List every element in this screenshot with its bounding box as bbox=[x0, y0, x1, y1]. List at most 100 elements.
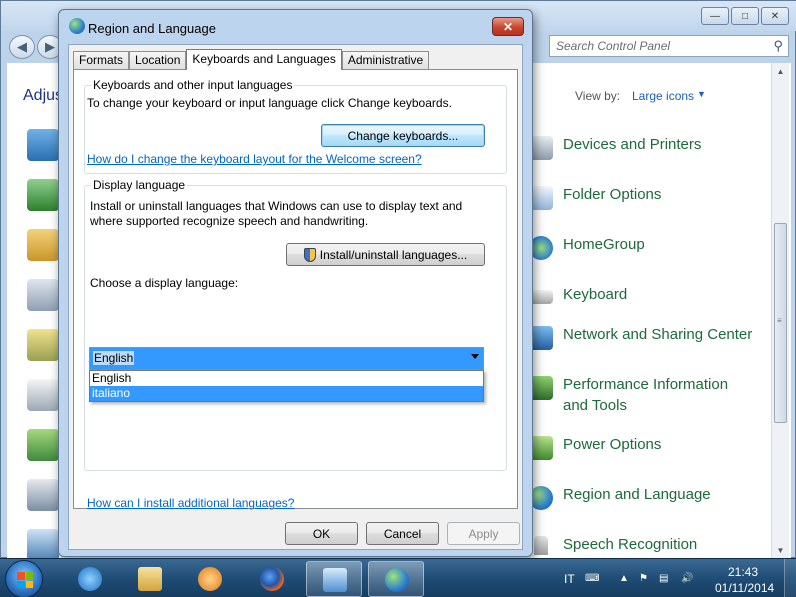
install-uninstall-label: Install/uninstall languages... bbox=[319, 247, 468, 262]
region-language-dialog: Region and Language ✕ Formats Location K… bbox=[58, 9, 533, 557]
install-additional-languages-link[interactable]: How can I install additional languages? bbox=[87, 496, 294, 510]
cp-item-label: HomeGroup bbox=[563, 236, 645, 253]
chevron-down-icon[interactable] bbox=[471, 354, 479, 359]
cp-item-speech-recognition[interactable]: Speech Recognition bbox=[529, 534, 753, 555]
group-label: Display language bbox=[91, 178, 188, 192]
choose-display-language-label: Choose a display language: bbox=[90, 276, 239, 290]
scroll-down-arrow-icon[interactable]: ▼ bbox=[772, 542, 789, 559]
display-language-select[interactable]: English bbox=[89, 347, 484, 370]
globe-icon bbox=[385, 568, 409, 592]
cancel-button[interactable]: Cancel bbox=[366, 522, 439, 545]
dialog-titlebar[interactable]: Region and Language ✕ bbox=[59, 10, 532, 44]
tab-formats[interactable]: Formats bbox=[73, 51, 130, 70]
chevron-down-icon[interactable]: ▼ bbox=[697, 89, 706, 99]
tab-location[interactable]: Location bbox=[129, 51, 187, 70]
location-sensors-icon[interactable] bbox=[27, 329, 59, 361]
network-icon[interactable]: ▤ bbox=[659, 573, 671, 584]
fonts-icon[interactable] bbox=[27, 229, 59, 261]
taskbar-region-language[interactable] bbox=[368, 561, 424, 597]
windows-logo-icon bbox=[17, 572, 33, 588]
cp-item-label: Folder Options bbox=[563, 186, 662, 203]
search-input[interactable]: Search Control Panel ⚲ bbox=[549, 35, 789, 57]
install-uninstall-languages-button[interactable]: Install/uninstall languages... bbox=[286, 243, 485, 266]
folder-icon bbox=[138, 567, 162, 591]
remoteapp-icon[interactable] bbox=[27, 529, 59, 561]
back-button[interactable]: ◀ bbox=[9, 35, 35, 59]
control-panel-icon bbox=[323, 568, 347, 592]
display-language-dropdown: English italiano bbox=[89, 370, 484, 402]
cp-item-region-language[interactable]: Region and Language bbox=[529, 484, 753, 510]
clock-time[interactable]: 21:43 bbox=[728, 565, 758, 579]
tab-keyboards-languages[interactable]: Keyboards and Languages bbox=[186, 49, 342, 70]
option-english[interactable]: English bbox=[90, 371, 483, 386]
show-hidden-icons-icon[interactable]: ▲ bbox=[619, 573, 631, 584]
grip-icon: ≡ bbox=[777, 316, 782, 325]
start-button[interactable] bbox=[5, 560, 43, 597]
cp-item-keyboard[interactable]: Keyboard bbox=[529, 284, 753, 305]
select-value: English bbox=[93, 351, 135, 365]
media-player-icon bbox=[198, 567, 222, 591]
action-center-icon[interactable] bbox=[27, 129, 59, 161]
close-button[interactable]: ✕ bbox=[761, 7, 789, 25]
window-controls: — □ ✕ bbox=[701, 7, 789, 25]
cp-item-folder-options[interactable]: Folder Options bbox=[529, 184, 753, 210]
view-by-label: View by: bbox=[575, 89, 621, 103]
cp-item-network-sharing[interactable]: Network and Sharing Center bbox=[529, 324, 753, 350]
personalization-icon[interactable] bbox=[27, 429, 59, 461]
minimize-button[interactable]: — bbox=[701, 7, 729, 25]
display-description-line1: Install or uninstall languages that Wind… bbox=[90, 199, 463, 213]
taskbar-internet-explorer[interactable] bbox=[62, 561, 118, 597]
internet-explorer-icon bbox=[78, 567, 102, 591]
notification-icons-icon[interactable] bbox=[27, 379, 59, 411]
cp-item-label: Power Options bbox=[563, 436, 662, 453]
search-placeholder: Search Control Panel bbox=[556, 39, 671, 53]
keyboard-layout-help-link[interactable]: How do I change the keyboard layout for … bbox=[87, 152, 422, 166]
display-description-line2: where supported recognize speech and han… bbox=[90, 214, 369, 228]
change-keyboards-button[interactable]: Change keyboards... bbox=[321, 124, 485, 147]
indexing-options-icon[interactable] bbox=[27, 279, 59, 311]
cp-item-devices-printers[interactable]: Devices and Printers bbox=[529, 134, 753, 160]
option-italiano[interactable]: italiano bbox=[90, 386, 483, 401]
taskbar-control-panel[interactable] bbox=[306, 561, 362, 597]
clock-date[interactable]: 01/11/2014 bbox=[715, 581, 774, 595]
maximize-button[interactable]: □ bbox=[731, 7, 759, 25]
taskbar-media-player[interactable] bbox=[182, 561, 238, 597]
close-button[interactable]: ✕ bbox=[492, 17, 524, 36]
uac-shield-icon bbox=[303, 247, 316, 262]
tab-strip: Formats Location Keyboards and Languages… bbox=[73, 49, 430, 70]
tab-administrative[interactable]: Administrative bbox=[341, 51, 430, 70]
scroll-thumb[interactable]: ≡ bbox=[774, 223, 787, 423]
scroll-up-arrow-icon[interactable]: ▲ bbox=[772, 63, 789, 80]
apply-button[interactable]: Apply bbox=[447, 522, 520, 545]
recovery-icon[interactable] bbox=[27, 479, 59, 511]
display-language-group: Display language Install or uninstall la… bbox=[84, 178, 507, 471]
navigation-buttons: ◀ ▶ bbox=[9, 35, 63, 59]
cp-item-label: Speech Recognition bbox=[563, 536, 698, 553]
cp-item-power-options[interactable]: Power Options bbox=[529, 434, 753, 460]
search-icon[interactable]: ⚲ bbox=[773, 38, 783, 54]
ok-button[interactable]: OK bbox=[285, 522, 358, 545]
taskbar-explorer[interactable] bbox=[122, 561, 178, 597]
keyboards-group: Keyboards and other input languages To c… bbox=[84, 78, 507, 174]
vertical-scrollbar[interactable]: ▲ ≡ ▼ bbox=[771, 63, 789, 559]
dialog-title: Region and Language bbox=[88, 21, 216, 36]
cp-item-label: Performance Information and Tools bbox=[563, 376, 729, 414]
show-desktop-button[interactable] bbox=[784, 559, 796, 597]
taskbar-firefox[interactable] bbox=[244, 561, 300, 597]
keyboards-description: To change your keyboard or input languag… bbox=[87, 96, 452, 110]
cp-item-label: Network and Sharing Center bbox=[563, 326, 753, 343]
display-icon[interactable] bbox=[27, 179, 59, 211]
system-tray: IT ⌨ ▲ ⚑ ▤ 🔊 21:43 01/11/2014 bbox=[555, 559, 796, 597]
cp-item-label: Region and Language bbox=[563, 486, 711, 503]
cp-item-homegroup[interactable]: HomeGroup bbox=[529, 234, 753, 260]
cp-item-performance[interactable]: Performance Information and Tools bbox=[529, 374, 753, 416]
microphone-icon bbox=[534, 536, 548, 555]
cp-item-label: Keyboard bbox=[563, 286, 628, 303]
language-indicator[interactable]: IT bbox=[564, 572, 575, 586]
volume-icon[interactable]: 🔊 bbox=[681, 573, 693, 584]
keyboard-icon[interactable]: ⌨ bbox=[585, 573, 599, 584]
close-icon: ✕ bbox=[502, 19, 514, 34]
dialog-body: Formats Location Keyboards and Languages… bbox=[68, 44, 523, 550]
action-center-flag-icon[interactable]: ⚑ bbox=[639, 573, 651, 584]
view-by-dropdown[interactable]: Large icons bbox=[632, 89, 694, 103]
